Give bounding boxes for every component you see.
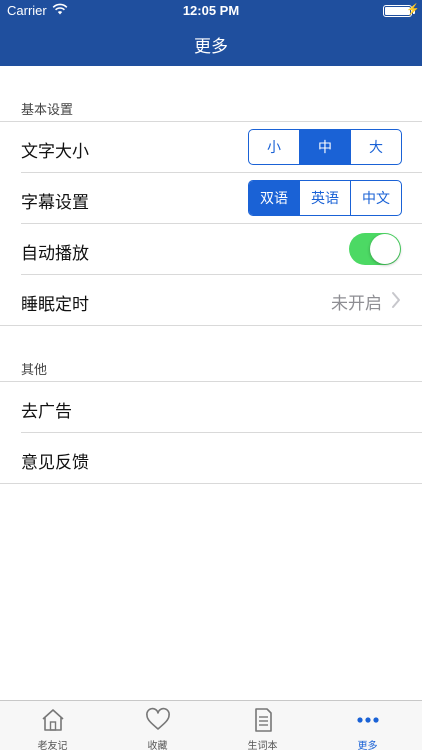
section-header-basic: 基本设置 — [21, 103, 74, 118]
font-size-medium-option[interactable]: 中 — [299, 130, 350, 164]
font-size-segmented-control: 小 中 大 — [248, 129, 402, 165]
tab-bar: 老友记 收藏 生词本 更多 — [0, 700, 422, 750]
charging-icon: ⚡ — [406, 4, 420, 16]
subtitle-chinese-option[interactable]: 中文 — [350, 181, 401, 215]
divider — [0, 483, 422, 484]
heart-icon — [145, 707, 170, 730]
toggle-knob — [370, 234, 400, 264]
divider — [21, 274, 422, 275]
font-size-small-option[interactable]: 小 — [249, 130, 299, 164]
subtitle-bilingual-option[interactable]: 双语 — [249, 181, 299, 215]
subtitle-segmented-control: 双语 英语 中文 — [248, 180, 402, 216]
autoplay-label: 自动播放 — [21, 244, 89, 264]
tab-vocabulary[interactable]: 生词本 — [210, 701, 315, 750]
navigation-bar: Carrier 12:05 PM ⚡ 更多 — [0, 0, 422, 66]
sleep-timer-value[interactable]: 未开启 — [331, 289, 382, 314]
tab-more[interactable]: 更多 — [315, 701, 420, 750]
divider — [0, 325, 422, 326]
status-bar: Carrier 12:05 PM ⚡ — [0, 0, 422, 22]
divider — [21, 172, 422, 173]
tab-label: 生词本 — [247, 741, 278, 750]
tab-label: 收藏 — [147, 741, 168, 750]
feedback-label[interactable]: 意见反馈 — [21, 448, 89, 473]
subtitle-label: 字幕设置 — [21, 193, 89, 213]
divider — [0, 381, 422, 382]
sleep-timer-label[interactable]: 睡眠定时 — [21, 290, 89, 315]
font-size-label: 文字大小 — [21, 142, 89, 162]
divider — [21, 432, 422, 433]
divider — [21, 223, 422, 224]
status-time: 12:05 PM — [182, 3, 240, 18]
chevron-right-icon — [392, 292, 400, 308]
tab-label: 老友记 — [37, 741, 68, 750]
notebook-icon — [254, 708, 272, 732]
divider — [0, 121, 422, 122]
page-title: 更多 — [194, 37, 228, 57]
subtitle-english-option[interactable]: 英语 — [299, 181, 350, 215]
remove-ads-label[interactable]: 去广告 — [21, 397, 72, 422]
autoplay-toggle[interactable] — [349, 233, 401, 265]
tab-favorites[interactable]: 收藏 — [105, 701, 210, 750]
more-icon — [356, 717, 379, 723]
font-size-large-option[interactable]: 大 — [350, 130, 401, 164]
home-icon — [41, 709, 64, 731]
tab-friends[interactable]: 老友记 — [0, 701, 105, 750]
section-header-other: 其他 — [21, 363, 48, 378]
tab-label: 更多 — [357, 741, 378, 750]
